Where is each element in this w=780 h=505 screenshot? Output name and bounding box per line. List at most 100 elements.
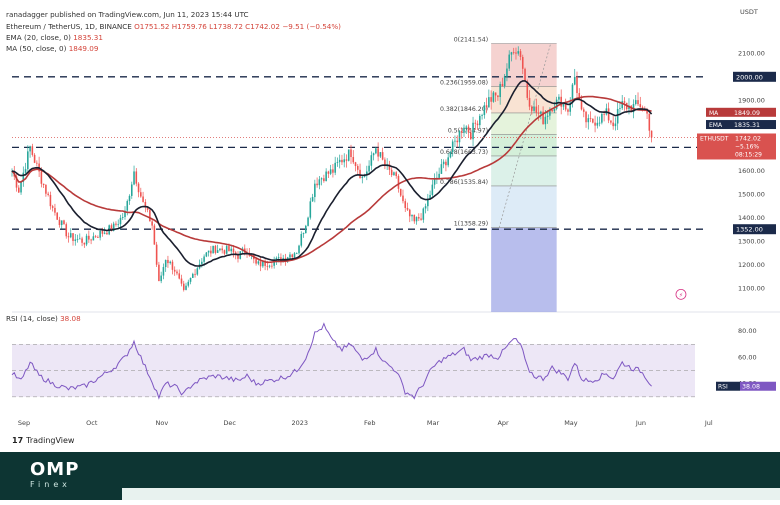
candle-body	[277, 257, 280, 259]
candle-body	[316, 183, 318, 186]
candle-body	[411, 214, 413, 217]
candle-body	[81, 238, 83, 243]
candle-body	[347, 149, 350, 161]
candle-body	[594, 122, 596, 126]
fib-zone	[491, 185, 557, 228]
candle-body	[356, 166, 359, 170]
candle-body	[182, 283, 185, 290]
candle-body	[610, 120, 612, 123]
rsi-tick-label: 60.00	[738, 353, 757, 361]
candle-body	[474, 122, 477, 124]
candle-body	[169, 261, 171, 264]
fib-zone	[491, 43, 557, 87]
candle-body	[397, 176, 400, 189]
price-tick-label: 1100.00	[738, 284, 765, 292]
candle-body	[97, 237, 99, 238]
candle-body	[510, 52, 513, 55]
candle-body	[162, 267, 165, 276]
candle-body	[207, 250, 210, 253]
header-ohlc: O1751.52 H1759.76 L1738.72 C1742.02 −9.5…	[134, 22, 341, 31]
candle-body	[189, 277, 192, 282]
candle-body	[305, 225, 307, 234]
candle-body	[54, 207, 56, 213]
candle-body	[214, 245, 217, 253]
candle-body	[596, 122, 599, 126]
candle-body	[338, 159, 341, 163]
candle-body	[519, 51, 522, 57]
candle-body	[137, 183, 140, 193]
fib-level-label: 0(2141.54)	[454, 37, 488, 44]
candle-body	[456, 140, 459, 143]
candle-body	[517, 51, 520, 54]
candle-body	[101, 230, 104, 234]
rsi-tick-label: 80.00	[738, 327, 757, 335]
candle-body	[404, 201, 407, 208]
candle-body	[580, 100, 583, 110]
candle-body	[406, 207, 409, 210]
candle-body	[307, 217, 309, 226]
candle-body	[255, 259, 257, 264]
omp-finex-logo: OMP Finex	[30, 461, 79, 491]
candle-body	[329, 169, 332, 174]
header-published: ranadagger published on TradingView.com,…	[6, 10, 249, 19]
tradingview-logo-text: TradingView	[26, 436, 75, 445]
candle-body	[379, 152, 382, 157]
candle-body	[501, 84, 504, 86]
candle-body	[623, 101, 626, 103]
candle-body	[74, 239, 77, 241]
candle-body	[194, 273, 196, 275]
candle-body	[497, 95, 499, 98]
candle-body	[257, 261, 260, 264]
candle-body	[637, 100, 639, 105]
candle-body	[47, 193, 49, 195]
candle-body	[99, 230, 101, 238]
candle-body	[544, 116, 547, 125]
candle-body	[585, 111, 587, 123]
candle-body	[79, 238, 81, 240]
brand-name: OMP	[30, 459, 80, 480]
candle-body	[359, 169, 361, 179]
candle-body	[460, 131, 463, 133]
candle-body	[192, 273, 194, 278]
candle-body	[508, 54, 510, 69]
candle-body	[413, 214, 416, 222]
candle-body	[259, 261, 262, 267]
candle-body	[438, 173, 440, 178]
price-tick-label: 1400.00	[738, 214, 765, 222]
candle-body	[298, 245, 300, 254]
candle-body	[567, 109, 569, 112]
price-tick-label: 2100.00	[738, 49, 765, 57]
candle-body	[558, 96, 560, 100]
header-ma-label: MA (50, close, 0)	[6, 44, 67, 53]
candle-body	[167, 259, 169, 264]
candle-body	[506, 68, 508, 77]
candle-body	[415, 217, 418, 222]
time-tick-label: Mar	[427, 419, 440, 427]
candle-body	[336, 162, 339, 163]
candle-body	[176, 271, 178, 274]
candle-body	[153, 225, 156, 245]
fib-level-label: 1(1358.29)	[454, 221, 488, 228]
candle-body	[454, 140, 456, 142]
candle-body	[268, 265, 271, 267]
price-tick-label: 1900.00	[738, 96, 765, 104]
time-tick-label: Feb	[364, 419, 376, 427]
candle-body	[205, 252, 208, 257]
candle-body	[451, 141, 454, 152]
candle-body	[492, 92, 495, 102]
candle-body	[171, 261, 174, 270]
time-tick-label: 2023	[291, 419, 308, 427]
candle-body	[128, 195, 131, 202]
candle-body	[40, 171, 43, 184]
candle-body	[164, 259, 167, 268]
candle-body	[332, 169, 334, 173]
chart-root: 0(2141.54) 0.236(1959.08) 0.382(1846.20) 0.…	[0, 0, 780, 500]
candle-body	[126, 201, 129, 211]
candle-body	[424, 206, 427, 209]
candle-body	[103, 232, 106, 234]
candle-body	[27, 151, 29, 170]
candle-body	[603, 113, 605, 115]
tradingview-logo-icon: 17	[12, 436, 24, 445]
candle-body	[528, 97, 531, 107]
candle-body	[295, 253, 298, 255]
